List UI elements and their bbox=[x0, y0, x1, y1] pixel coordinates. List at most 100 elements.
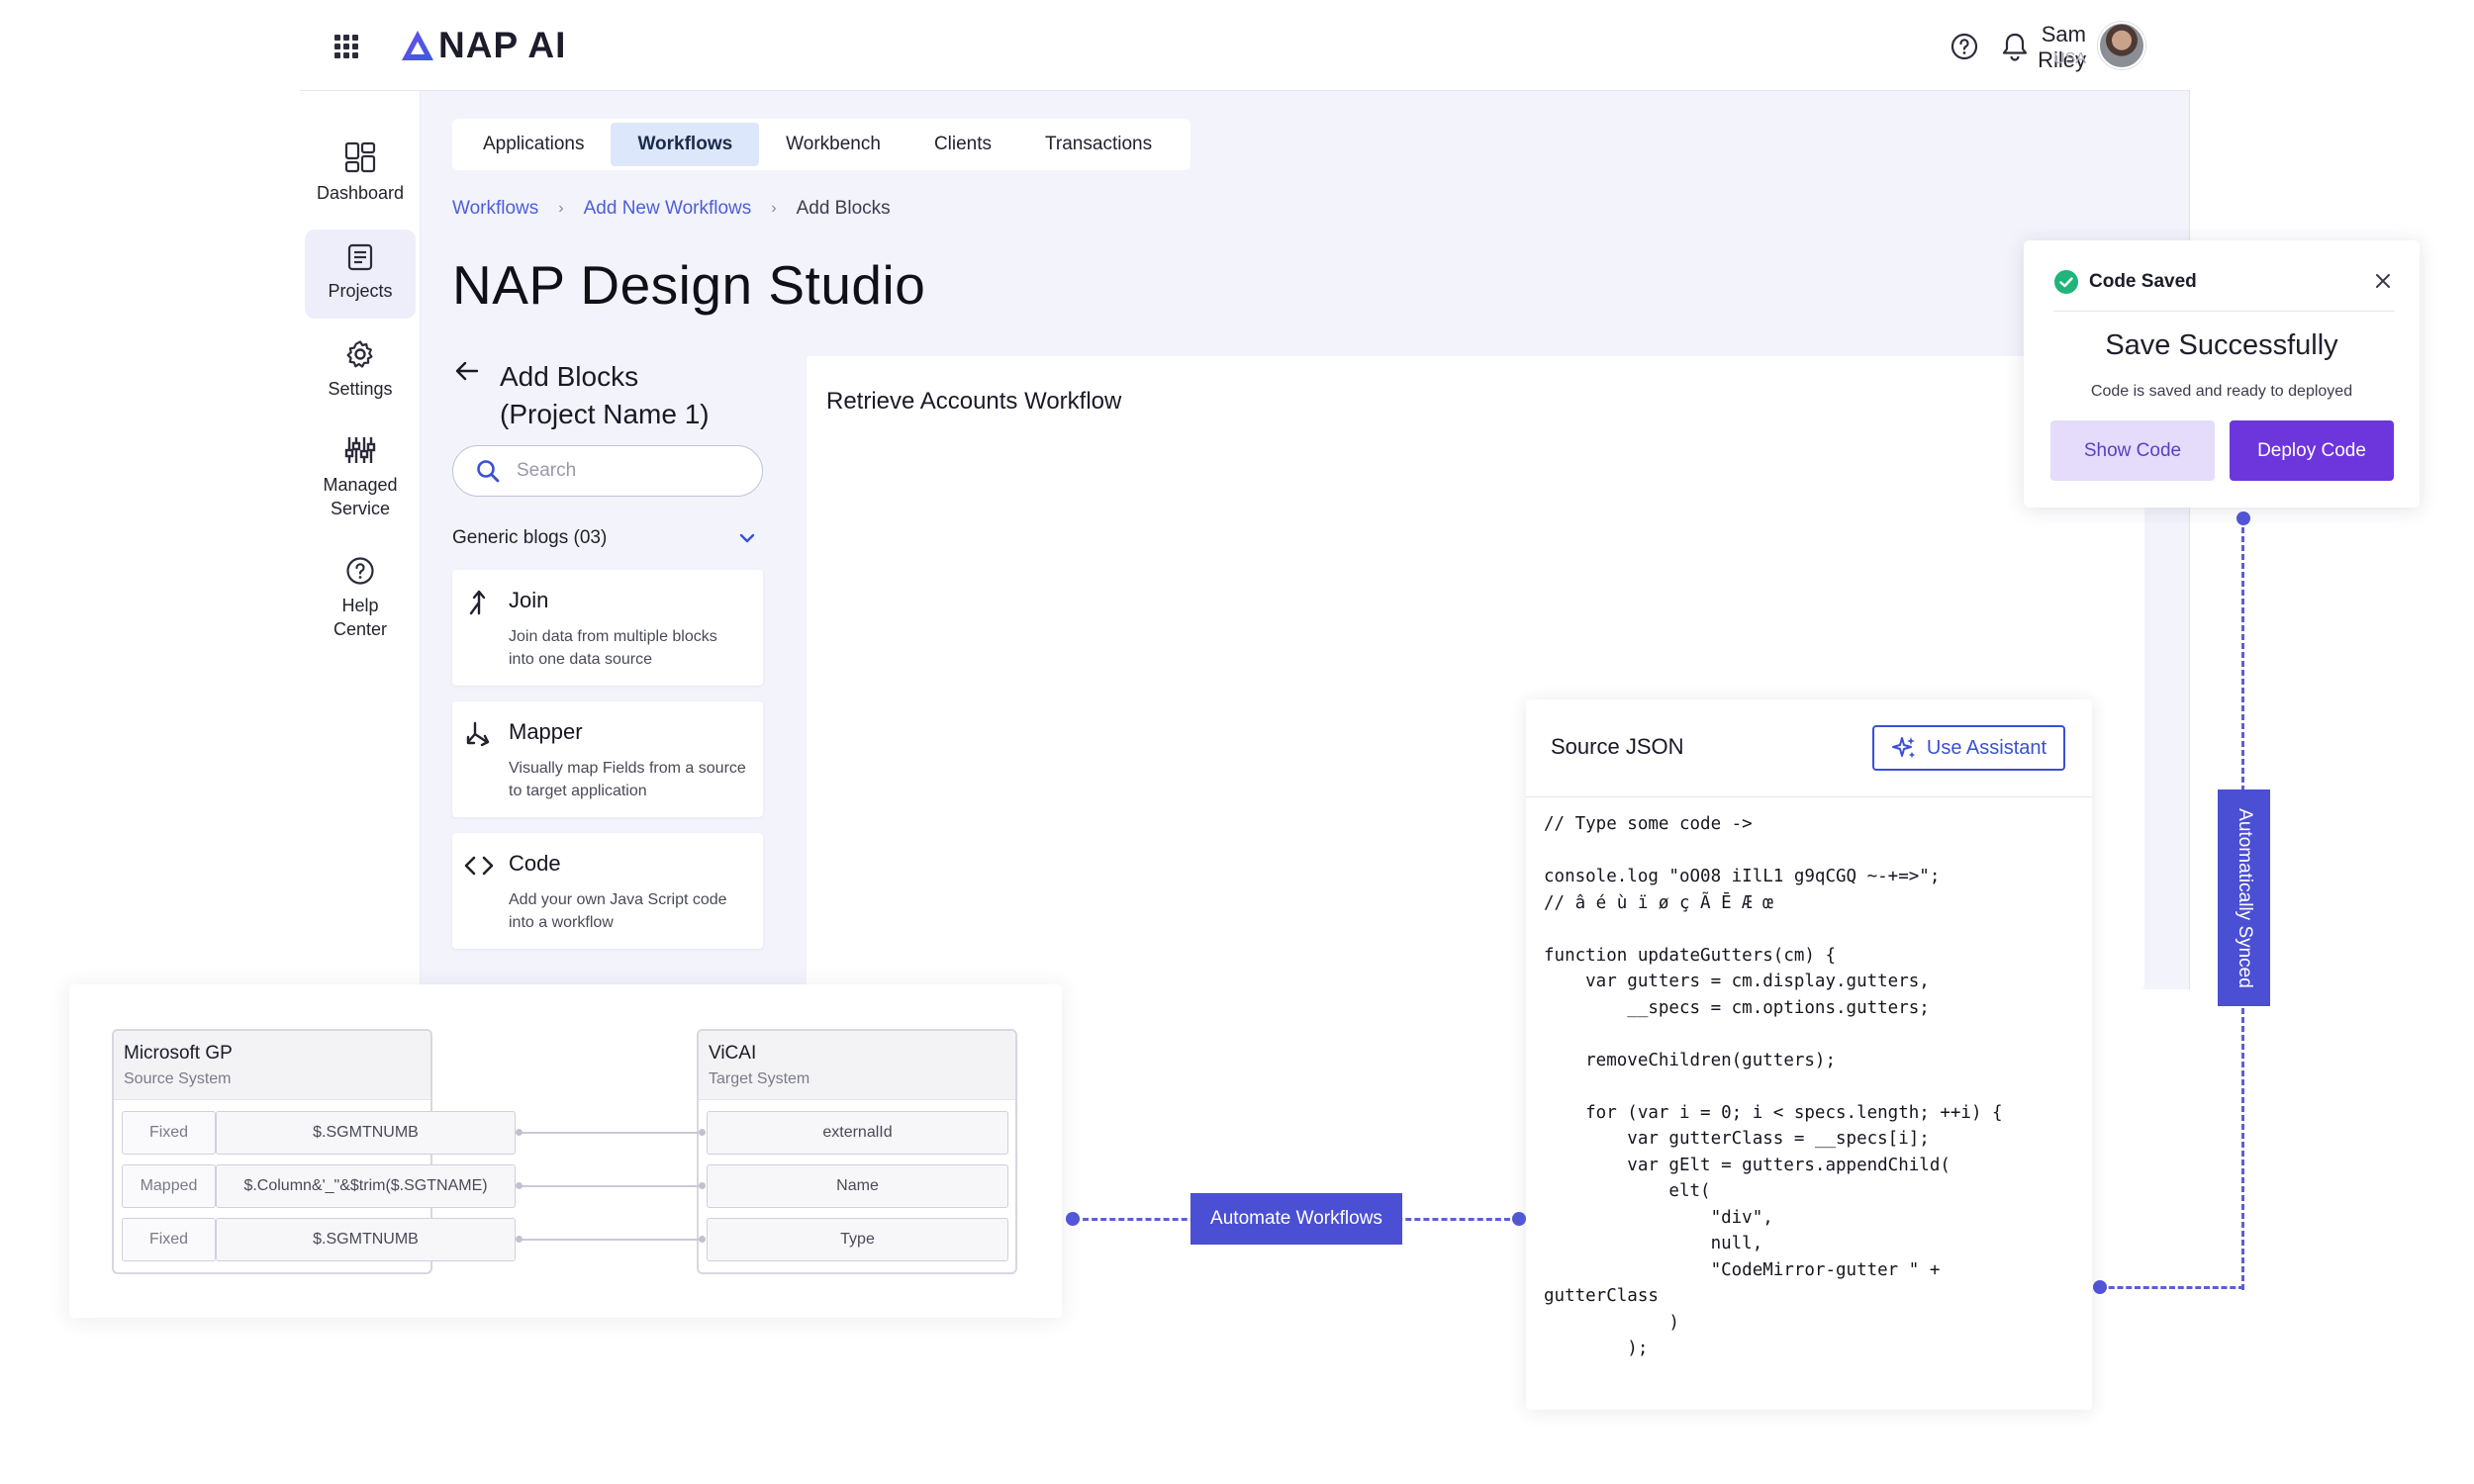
target-system-header: ViCAI Target System bbox=[699, 1031, 1015, 1100]
block-description: Visually map Fields from a source to tar… bbox=[509, 760, 746, 799]
connector-dot bbox=[516, 1236, 523, 1243]
mapping-kind: Mapped bbox=[122, 1164, 216, 1208]
block-card-mapper[interactable]: Mapper Visually map Fields from a source… bbox=[452, 701, 763, 817]
source-system-header: Microsoft GP Source System bbox=[114, 1031, 430, 1100]
sidebar-item-label: Help Center bbox=[333, 596, 388, 639]
chevron-down-icon[interactable] bbox=[736, 527, 758, 554]
block-group-label[interactable]: Generic blogs (03) bbox=[452, 527, 607, 549]
logo-mark-icon bbox=[402, 31, 433, 60]
breadcrumb-link[interactable]: Workflows bbox=[452, 198, 538, 220]
connector-dot bbox=[2093, 1280, 2107, 1294]
sidebar-item-label: Dashboard bbox=[316, 183, 405, 203]
logo-text: NAP AI bbox=[438, 25, 567, 65]
sidebar-item-settings[interactable]: Settings bbox=[305, 339, 416, 409]
blocks-title-line2: (Project Name 1) bbox=[500, 399, 710, 429]
breadcrumb: Workflows › Add New Workflows › Add Bloc… bbox=[452, 198, 891, 220]
connector-dot bbox=[1066, 1212, 1080, 1226]
connector-dot bbox=[699, 1182, 706, 1189]
target-field[interactable]: externalId bbox=[707, 1111, 1008, 1155]
auto-synced-label: Automatically Synced bbox=[2218, 789, 2270, 1006]
chevron-right-icon: › bbox=[558, 200, 564, 217]
mapper-icon bbox=[464, 719, 494, 749]
use-assistant-label: Use Assistant bbox=[1926, 736, 2047, 759]
chevron-right-icon: › bbox=[771, 200, 777, 217]
search-icon bbox=[477, 460, 500, 483]
sidebar-item-label: Settings bbox=[328, 379, 393, 399]
sidebar-item-help-center[interactable]: Help Center bbox=[305, 556, 416, 645]
block-title: Code bbox=[509, 851, 561, 876]
main-tabs: Applications Workflows Workbench Clients… bbox=[452, 119, 1190, 170]
tab-workflows[interactable]: Workflows bbox=[611, 123, 760, 166]
popup-title: Save Successfully bbox=[2105, 329, 2338, 361]
tab-clients[interactable]: Clients bbox=[907, 123, 1018, 166]
source-field[interactable]: $.SGMTNUMB bbox=[216, 1111, 516, 1155]
target-field[interactable]: Name bbox=[707, 1164, 1008, 1208]
help-icon[interactable] bbox=[1948, 30, 1981, 63]
block-description: Join data from multiple blocks into one … bbox=[509, 628, 717, 668]
logo: NAP AI bbox=[401, 25, 567, 65]
top-bar bbox=[300, 0, 2190, 91]
connector-dot bbox=[2236, 511, 2250, 525]
mapping-connector bbox=[519, 1132, 703, 1134]
sliders-icon bbox=[344, 437, 376, 463]
block-description: Add your own Java Script code into a wor… bbox=[509, 891, 727, 931]
blocks-panel-title: Add Blocks (Project Name 1) bbox=[500, 358, 710, 433]
search-input[interactable]: Search bbox=[452, 445, 763, 497]
back-arrow-icon[interactable] bbox=[452, 356, 482, 391]
sidebar-item-dashboard[interactable]: Dashboard bbox=[305, 141, 416, 221]
breadcrumb-current: Add Blocks bbox=[796, 198, 891, 219]
blocks-title-line1: Add Blocks bbox=[500, 361, 639, 392]
show-code-button[interactable]: Show Code bbox=[2050, 420, 2215, 481]
join-icon bbox=[464, 588, 494, 617]
connector-dot bbox=[1512, 1212, 1526, 1226]
breadcrumb-link[interactable]: Add New Workflows bbox=[584, 198, 752, 220]
apps-grid-icon[interactable] bbox=[334, 35, 358, 58]
search-placeholder: Search bbox=[517, 460, 577, 481]
mapping-connector bbox=[519, 1239, 703, 1241]
tab-applications[interactable]: Applications bbox=[456, 123, 611, 166]
canvas-title: Retrieve Accounts Workflow bbox=[826, 388, 1122, 415]
sync-connector-line bbox=[2100, 1286, 2244, 1289]
mapping-connector bbox=[519, 1185, 703, 1187]
block-title: Mapper bbox=[509, 719, 583, 744]
connector-dot bbox=[516, 1182, 523, 1189]
connector-dot bbox=[699, 1129, 706, 1136]
page-title: NAP Design Studio bbox=[452, 254, 926, 316]
code-icon bbox=[464, 851, 494, 881]
source-field[interactable]: $.SGMTNUMB bbox=[216, 1218, 516, 1261]
avatar[interactable] bbox=[2098, 22, 2145, 69]
target-field[interactable]: Type bbox=[707, 1218, 1008, 1261]
sidebar-item-label: Projects bbox=[328, 281, 393, 301]
popup-divider bbox=[2053, 311, 2395, 312]
gear-icon bbox=[346, 340, 373, 368]
popup-header-text: Code Saved bbox=[2089, 271, 2197, 292]
auto-synced-text: Automatically Synced bbox=[2234, 807, 2255, 988]
sidebar-item-managed-service[interactable]: Managed Service bbox=[305, 435, 416, 529]
block-card-join[interactable]: Join Join data from multiple blocks into… bbox=[452, 570, 763, 686]
sidebar bbox=[300, 91, 421, 989]
popup-subtitle: Code is saved and ready to deployed bbox=[2090, 383, 2353, 400]
block-title: Join bbox=[509, 588, 549, 612]
json-panel-title: Source JSON bbox=[1551, 734, 1684, 759]
connector-dot bbox=[516, 1129, 523, 1136]
tab-transactions[interactable]: Transactions bbox=[1018, 123, 1179, 166]
target-system-sub: Target System bbox=[709, 1070, 810, 1087]
json-divider bbox=[1526, 796, 2092, 797]
user-country: USA bbox=[2053, 50, 2086, 67]
mapping-kind: Fixed bbox=[122, 1111, 216, 1155]
dashboard-icon bbox=[344, 141, 376, 173]
projects-icon bbox=[347, 243, 373, 271]
mapping-kind: Fixed bbox=[122, 1218, 216, 1261]
sidebar-item-label: Managed Service bbox=[323, 475, 398, 518]
block-card-code[interactable]: Code Add your own Java Script code into … bbox=[452, 833, 763, 949]
use-assistant-button[interactable]: Use Assistant bbox=[1872, 725, 2065, 771]
close-icon[interactable] bbox=[2372, 270, 2394, 297]
code-editor[interactable]: // Type some code -> console.log "oO08 i… bbox=[1544, 811, 2003, 1362]
source-system-sub: Source System bbox=[124, 1070, 232, 1087]
sidebar-item-projects[interactable]: Projects bbox=[305, 230, 416, 319]
check-circle-icon bbox=[2054, 270, 2078, 294]
tab-workbench[interactable]: Workbench bbox=[759, 123, 907, 166]
deploy-code-button[interactable]: Deploy Code bbox=[2230, 420, 2394, 481]
automate-workflows-label: Automate Workflows bbox=[1190, 1193, 1402, 1245]
source-field[interactable]: $.Column&'_"&$trim($.SGTNAME) bbox=[216, 1164, 516, 1208]
